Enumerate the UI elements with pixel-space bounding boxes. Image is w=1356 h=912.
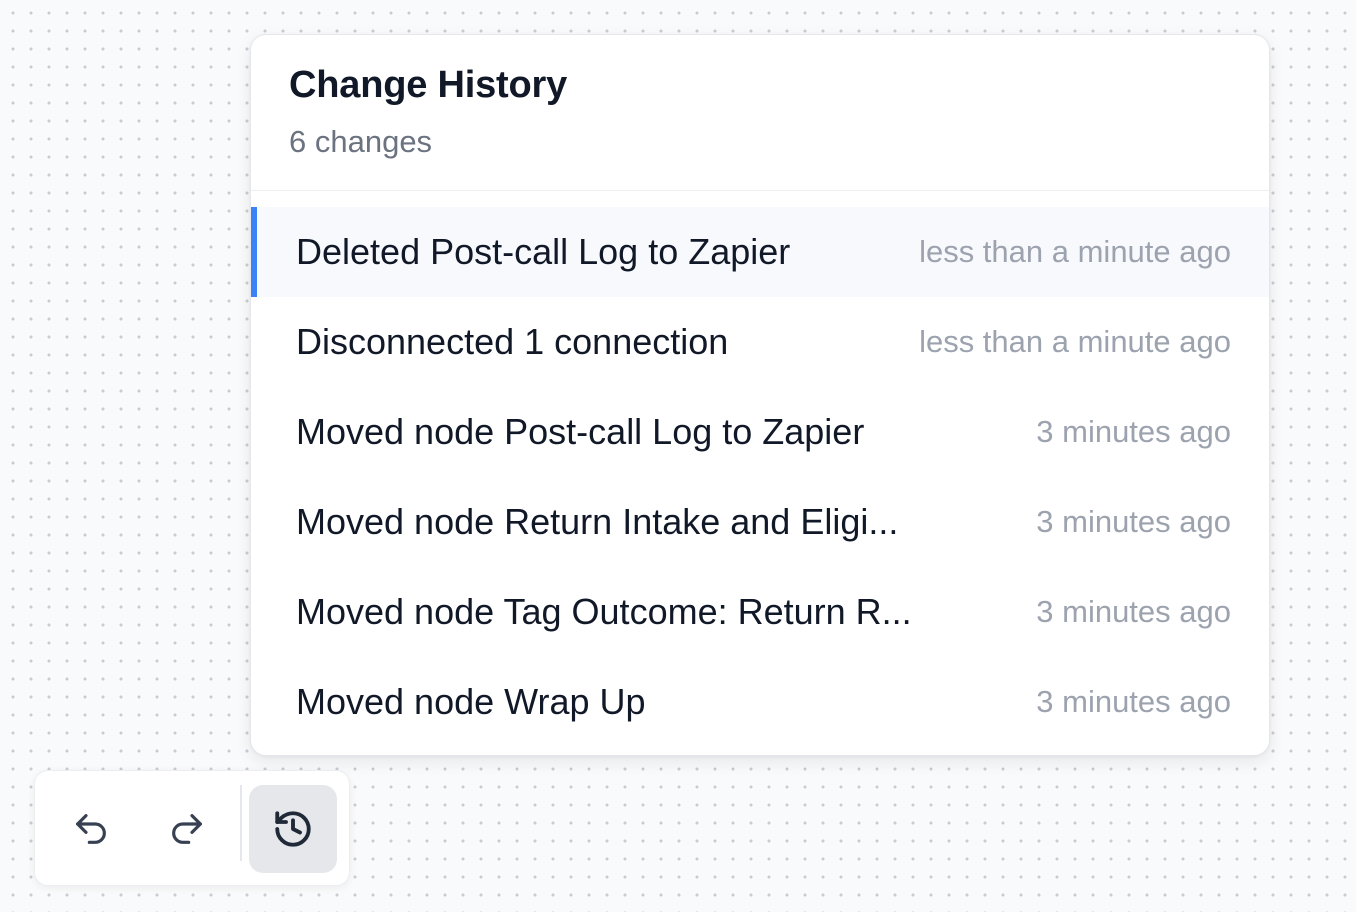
panel-title: Change History bbox=[289, 64, 568, 106]
change-history-panel: Change History 6 changes Deleted Post-ca… bbox=[250, 34, 1270, 756]
history-item-time: 3 minutes ago bbox=[1036, 684, 1231, 719]
history-item-time: less than a minute ago bbox=[919, 234, 1231, 269]
toolbar-divider bbox=[240, 785, 242, 861]
history-item-time: 3 minutes ago bbox=[1036, 504, 1231, 539]
history-item[interactable]: Moved node Wrap Up 3 minutes ago bbox=[251, 657, 1269, 747]
history-item-time: 3 minutes ago bbox=[1036, 594, 1231, 629]
history-toolbar bbox=[34, 770, 350, 886]
history-item-label: Moved node Post-call Log to Zapier bbox=[296, 411, 865, 452]
history-item-label: Moved node Wrap Up bbox=[296, 681, 646, 722]
redo-icon bbox=[172, 814, 202, 844]
history-item-time: 3 minutes ago bbox=[1036, 414, 1231, 449]
history-item-time: less than a minute ago bbox=[919, 324, 1231, 359]
history-item[interactable]: Moved node Return Intake and Eligi... 3 … bbox=[251, 477, 1269, 567]
undo-icon bbox=[76, 814, 106, 844]
history-icon bbox=[275, 811, 311, 847]
history-item[interactable]: Moved node Tag Outcome: Return R... 3 mi… bbox=[251, 567, 1269, 657]
history-list: Deleted Post-call Log to Zapier less tha… bbox=[251, 191, 1269, 747]
history-item-label: Deleted Post-call Log to Zapier bbox=[296, 231, 791, 272]
history-button[interactable] bbox=[249, 785, 337, 873]
history-item-label: Moved node Tag Outcome: Return R... bbox=[296, 591, 912, 632]
change-count: 6 changes bbox=[289, 124, 433, 159]
panel-header: Change History 6 changes bbox=[251, 35, 1269, 191]
history-item[interactable]: Moved node Post-call Log to Zapier 3 min… bbox=[251, 387, 1269, 477]
history-item-label: Moved node Return Intake and Eligi... bbox=[296, 501, 899, 542]
history-item[interactable]: Disconnected 1 connection less than a mi… bbox=[251, 297, 1269, 387]
redo-button[interactable] bbox=[143, 785, 231, 873]
history-item-label: Disconnected 1 connection bbox=[296, 321, 729, 362]
history-item[interactable]: Deleted Post-call Log to Zapier less tha… bbox=[251, 207, 1269, 297]
undo-button[interactable] bbox=[47, 785, 135, 873]
